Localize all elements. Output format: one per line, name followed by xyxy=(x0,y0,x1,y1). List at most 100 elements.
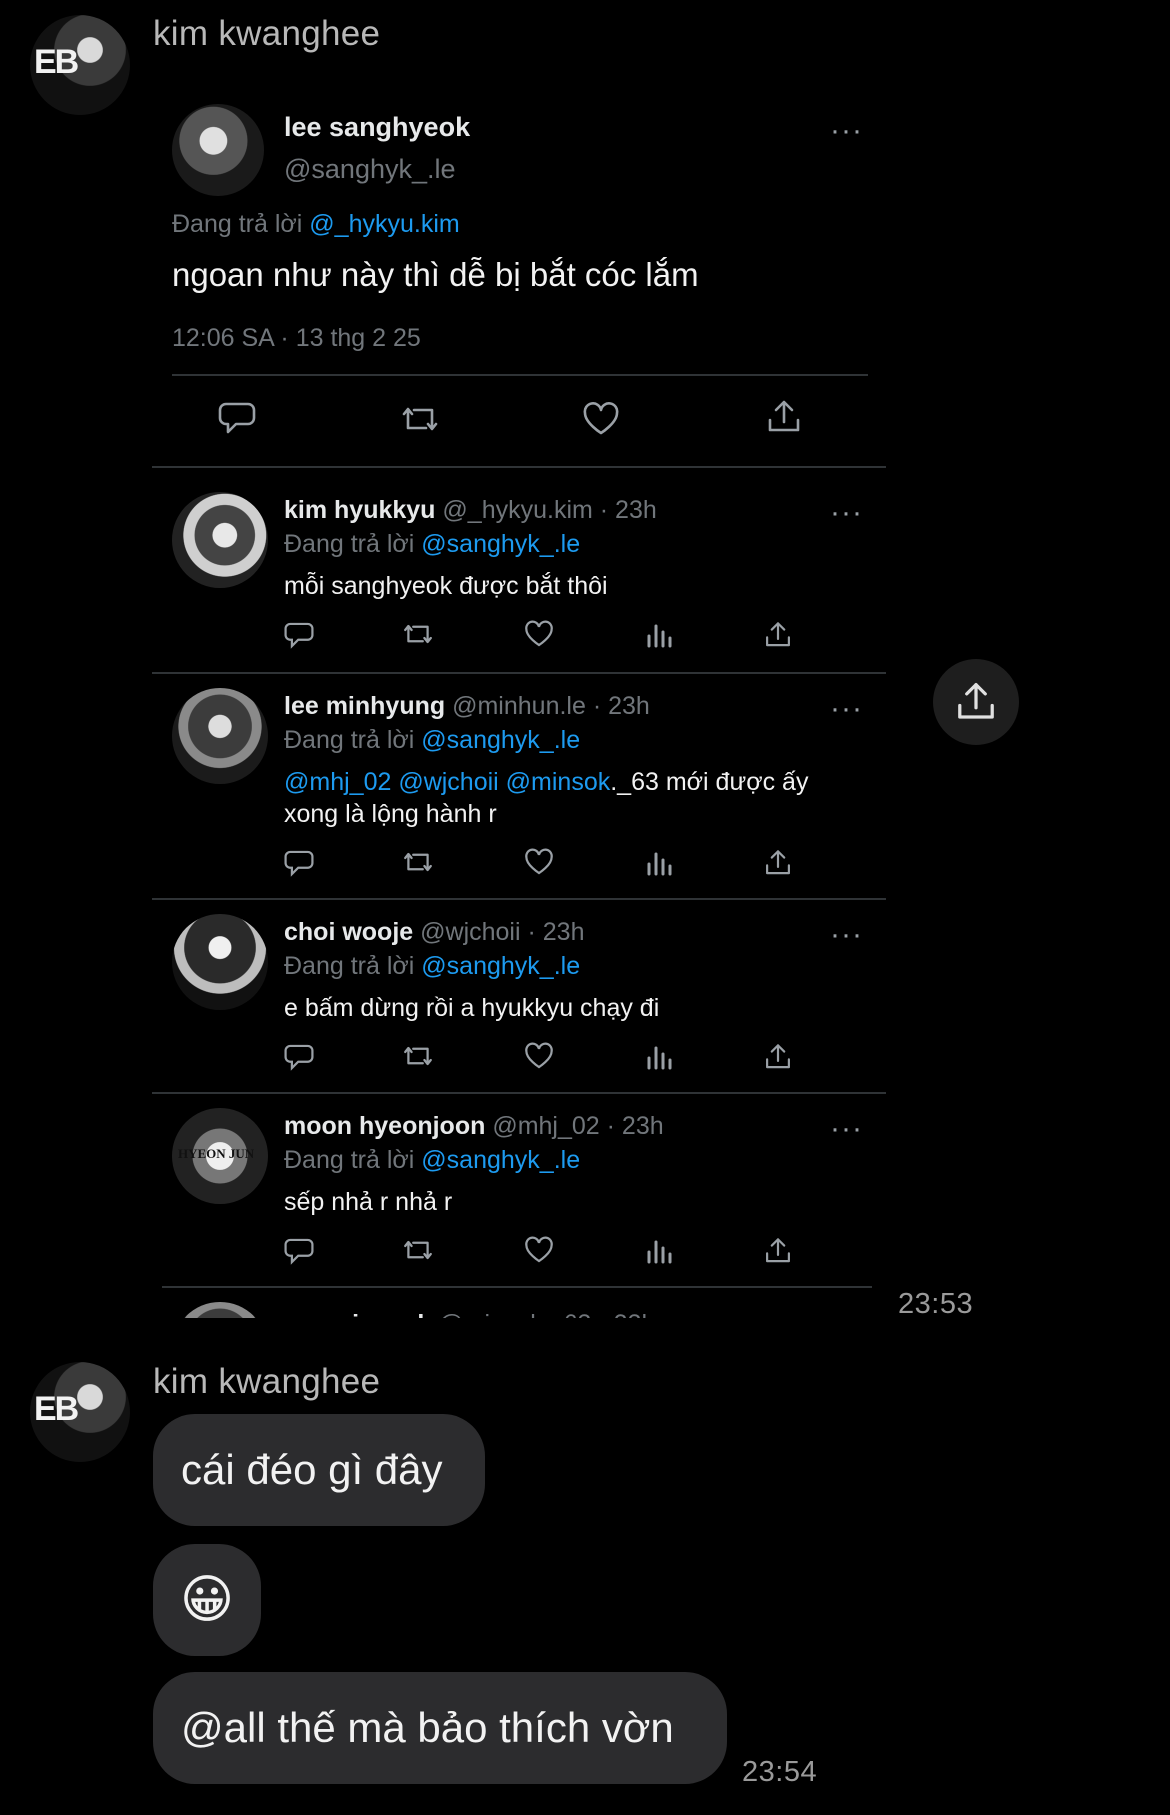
avatar-logo-text: EB xyxy=(34,1390,79,1428)
message-time: 23:53 xyxy=(898,1288,974,1320)
sender-avatar[interactable]: EB xyxy=(30,1362,130,1462)
shared-tweet-card[interactable]: lee sanghyeok @sanghyk_.le ··· Đang trả … xyxy=(152,88,886,1318)
replying-prefix: Đang trả lời xyxy=(284,952,415,980)
more-icon[interactable]: ··· xyxy=(830,1114,863,1144)
tweet-author-avatar[interactable] xyxy=(172,104,264,196)
replying-to-line: Đang trả lời @sanghyk_.le xyxy=(284,952,580,981)
retweet-icon[interactable] xyxy=(402,1236,434,1264)
sender-name: kim kwanghee xyxy=(153,1362,381,1401)
reply-text-part: ._63 mới được ấy xyxy=(610,768,809,796)
like-icon[interactable] xyxy=(524,620,554,648)
retweet-icon[interactable] xyxy=(402,620,434,648)
reply-handle-time: @wjchoii · 23h xyxy=(420,918,585,946)
mention-links[interactable]: @mhj_02 @wjchoii @minsok xyxy=(284,768,610,796)
divider xyxy=(162,1286,872,1288)
forward-share-button[interactable] xyxy=(933,659,1019,745)
reply-icon[interactable] xyxy=(284,1236,314,1266)
divider xyxy=(152,898,886,900)
reply-icon[interactable] xyxy=(284,1042,314,1072)
views-icon[interactable] xyxy=(646,1044,672,1070)
emoji-text: 😀 xyxy=(179,1571,235,1629)
tweet-author-handle[interactable]: @sanghyk_.le xyxy=(284,154,456,185)
reply-header: lee minhyung @minhun.le · 23h xyxy=(284,692,650,721)
message-bubble[interactable]: @all thế mà bảo thích vờn xyxy=(153,1672,727,1784)
replying-to-link[interactable]: @sanghyk_.le xyxy=(421,726,580,754)
reply-text: @mhj_02 @wjchoii @minsok._63 mới được ấy xyxy=(284,768,808,797)
tweet-text: ngoan như này thì dễ bị bắt cóc lắm xyxy=(172,256,699,293)
more-icon[interactable]: ··· xyxy=(830,116,863,146)
reply-header: moon hyeonjoon @mhj_02 · 23h xyxy=(284,1112,664,1141)
replying-to-line: Đang trả lời @sanghyk_.le xyxy=(284,530,580,559)
sender-avatar[interactable]: EB xyxy=(30,15,130,115)
reply-icon[interactable] xyxy=(218,400,256,436)
replying-prefix: Đang trả lời xyxy=(172,210,303,238)
more-icon[interactable]: ··· xyxy=(830,498,863,528)
share-icon[interactable] xyxy=(764,848,792,878)
reply-avatar[interactable] xyxy=(172,914,268,1010)
views-icon[interactable] xyxy=(646,1238,672,1264)
reply-handle-time: @minsok._63 · 23h xyxy=(438,1310,655,1318)
reply-header: choi wooje @wjchoii · 23h xyxy=(284,918,584,947)
share-icon[interactable] xyxy=(764,1236,792,1266)
views-icon[interactable] xyxy=(646,850,672,876)
avatar-jersey-text: HYEON JUN xyxy=(178,1146,255,1161)
more-icon[interactable]: ··· xyxy=(830,694,863,724)
replying-to-link[interactable]: @sanghyk_.le xyxy=(421,952,580,980)
replying-prefix: Đang trả lời xyxy=(284,530,415,558)
reply-author-name[interactable]: moon hyeonjoon xyxy=(284,1112,485,1140)
reply-text: sếp nhả r nhả r xyxy=(284,1188,453,1216)
share-icon xyxy=(958,683,994,719)
views-icon[interactable] xyxy=(646,622,672,648)
reply-actions xyxy=(284,620,824,654)
reply-header: kim hyukkyu @_hykyu.kim · 23h xyxy=(284,496,657,525)
like-icon[interactable] xyxy=(524,1042,554,1070)
share-icon[interactable] xyxy=(766,398,802,436)
reply-author-name[interactable]: choi wooje xyxy=(284,918,413,946)
reply-header: ryu minseok @minsok._63 · 23h xyxy=(284,1310,655,1318)
more-icon[interactable]: ··· xyxy=(830,920,863,950)
reply-actions xyxy=(284,848,824,882)
replying-to-line: Đang trả lời @sanghyk_.le xyxy=(284,1146,580,1175)
replying-to-link[interactable]: @_hykyu.kim xyxy=(309,210,459,238)
divider xyxy=(152,1092,886,1094)
reply-author-name[interactable]: ryu minseok xyxy=(284,1310,431,1318)
divider xyxy=(172,374,868,376)
reply-avatar[interactable] xyxy=(172,688,268,784)
reply-avatar[interactable] xyxy=(172,492,268,588)
divider xyxy=(152,466,886,468)
message-bubble[interactable]: 😀 xyxy=(153,1544,261,1656)
reply-actions xyxy=(284,1042,824,1076)
reply-author-name[interactable]: kim hyukkyu xyxy=(284,496,435,524)
sender-name: kim kwanghee xyxy=(153,14,381,53)
reply-icon[interactable] xyxy=(284,620,314,650)
reply-handle-time: @minhun.le · 23h xyxy=(452,692,650,720)
reply-icon[interactable] xyxy=(284,848,314,878)
message-bubble[interactable]: cái đéo gì đây xyxy=(153,1414,485,1526)
tweet-timestamp: 12:06 SA · 13 thg 2 25 xyxy=(172,324,421,352)
reply-avatar[interactable] xyxy=(172,1302,268,1318)
reply-text-line2: xong là lộng hành r xyxy=(284,800,497,828)
message-text: @all thế mà bảo thích vờn xyxy=(181,1704,674,1751)
reply-actions xyxy=(284,1236,824,1270)
like-icon[interactable] xyxy=(524,848,554,876)
like-icon[interactable] xyxy=(524,1236,554,1264)
replying-to-link[interactable]: @sanghyk_.le xyxy=(421,530,580,558)
share-icon[interactable] xyxy=(764,1042,792,1072)
message-text: cái đéo gì đây xyxy=(181,1446,443,1493)
tweet-author-name[interactable]: lee sanghyeok xyxy=(284,112,470,143)
replying-to-line: Đang trả lời @sanghyk_.le xyxy=(284,726,580,755)
replying-to-link[interactable]: @sanghyk_.le xyxy=(421,1146,580,1174)
replying-prefix: Đang trả lời xyxy=(284,726,415,754)
reply-text: mỗi sanghyeok được bắt thôi xyxy=(284,572,608,600)
reply-author-name[interactable]: lee minhyung xyxy=(284,692,445,720)
reply-avatar[interactable]: HYEON JUN xyxy=(172,1108,268,1204)
reply-text: e bấm dừng rồi a hyukkyu chạy đi xyxy=(284,994,660,1022)
avatar-logo-text: EB xyxy=(34,43,79,81)
retweet-icon[interactable] xyxy=(400,402,440,436)
divider xyxy=(152,672,886,674)
message-time: 23:54 xyxy=(742,1756,818,1788)
retweet-icon[interactable] xyxy=(402,848,434,876)
like-icon[interactable] xyxy=(582,402,620,436)
share-icon[interactable] xyxy=(764,620,792,650)
retweet-icon[interactable] xyxy=(402,1042,434,1070)
